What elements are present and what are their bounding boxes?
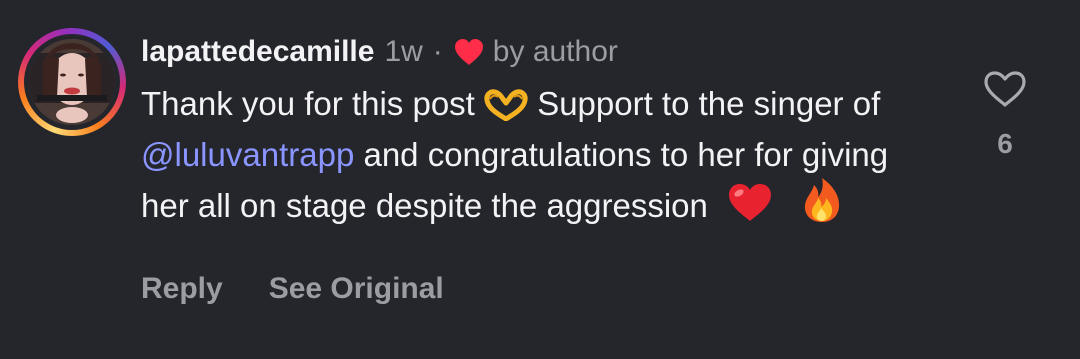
username[interactable]: lapattedecamille [141,35,374,69]
by-author-label: by author [492,35,618,68]
comment-text: Thank you for this post Support to the s… [141,82,941,235]
fire-icon [802,177,842,235]
avatar[interactable] [29,39,115,125]
avatar-story-ring[interactable] [18,28,126,136]
comment: lapattedecamille 1w · by author Thank yo… [0,0,1080,359]
comment-text-part1: Thank you for this post [141,85,475,122]
red-heart-icon [727,183,773,235]
comment-text-part2: Support to the singer of [537,85,881,122]
comment-header: lapattedecamille 1w · by author [141,32,618,72]
author-liked-heart-icon [453,38,485,66]
reply-button[interactable]: Reply [141,272,223,306]
see-original-button[interactable]: See Original [269,272,444,306]
like-control: 6 [980,70,1030,160]
separator-dot: · [432,35,443,68]
comment-actions: Reply See Original [141,272,444,306]
avatar-photo [29,39,115,125]
heart-hands-icon [484,88,528,133]
like-count: 6 [997,128,1013,159]
timestamp: 1w [384,35,423,68]
like-heart-icon[interactable] [980,70,1030,110]
mention-link[interactable]: @luluvantrapp [141,136,354,173]
